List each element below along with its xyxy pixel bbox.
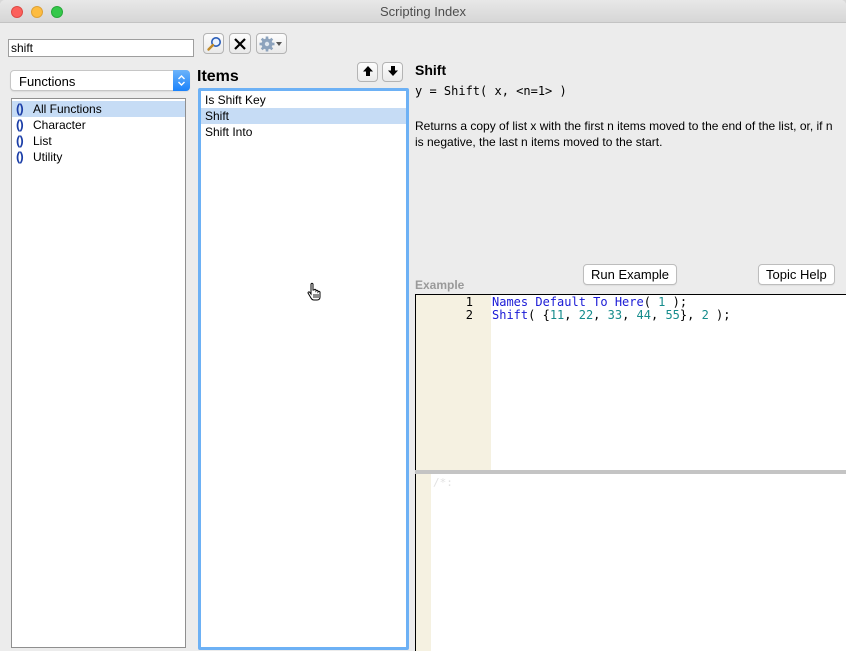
code-line-2: Shift( {11, 22, 33, 44, 55}, 2 ); <box>492 308 731 322</box>
code-keyword: Names Default To Here <box>492 295 644 309</box>
previous-item-button[interactable] <box>357 62 378 82</box>
code-punctuation: }, <box>679 308 702 322</box>
code-punctuation: ); <box>708 308 731 322</box>
example-label: Example <box>415 278 465 292</box>
line-number-gutter: 1 2 <box>416 295 491 470</box>
topic-syntax: y = Shift( x, <n=1> ) <box>415 84 567 98</box>
code-line-1: Names Default To Here( 1 ); <box>492 295 687 309</box>
category-popup[interactable]: Functions <box>10 70 190 91</box>
topic-help-button[interactable]: Topic Help <box>758 264 835 285</box>
example-output-pane[interactable]: /*: <box>415 474 846 651</box>
items-list[interactable]: Is Shift Key Shift Shift Into <box>198 88 409 650</box>
category-popup-value: Functions <box>19 74 76 89</box>
run-example-button[interactable]: Run Example <box>583 264 678 285</box>
function-icon: () <box>16 101 24 116</box>
topic-description: Returns a copy of list x with the first … <box>415 119 833 149</box>
title-bar: Scripting Index <box>0 0 846 23</box>
code-punctuation: , <box>593 308 608 322</box>
category-item-list[interactable]: () List <box>12 133 185 149</box>
code-number: 11 <box>549 308 565 322</box>
settings-menu-button[interactable] <box>256 33 287 54</box>
output-placeholder: /*: <box>433 476 453 489</box>
output-gutter <box>416 474 431 651</box>
categories-list[interactable]: () All Functions () Character () List ()… <box>11 98 186 648</box>
code-punctuation: , <box>622 308 637 322</box>
code-punctuation: ( <box>643 295 659 309</box>
function-icon: () <box>16 149 24 164</box>
category-label: List <box>33 134 52 148</box>
item-shift[interactable]: Shift <box>201 108 406 124</box>
items-heading: Items <box>197 68 239 85</box>
arrow-up-icon <box>362 65 374 80</box>
code-keyword: Shift <box>492 308 529 322</box>
code-punctuation: ( { <box>528 308 550 322</box>
function-icon: () <box>16 117 24 132</box>
clear-search-button[interactable] <box>229 33 251 54</box>
chevron-updown-icon <box>173 70 190 91</box>
code-punctuation: ); <box>665 295 688 309</box>
item-shift-into[interactable]: Shift Into <box>201 124 406 140</box>
example-code-editor[interactable]: 1 2 Names Default To Here( 1 ); Shift( {… <box>415 294 846 471</box>
code-number: 2 <box>701 308 709 322</box>
next-item-button[interactable] <box>382 62 403 82</box>
magnifier-icon <box>206 36 222 52</box>
code-punctuation: , <box>650 308 666 322</box>
function-icon: () <box>16 133 24 148</box>
category-item-character[interactable]: () Character <box>12 117 185 133</box>
category-item-utility[interactable]: () Utility <box>12 149 185 165</box>
code-number: 55 <box>665 308 680 322</box>
line-number: 2 <box>465 308 473 322</box>
x-icon <box>233 37 247 51</box>
window-title: Scripting Index <box>380 4 466 19</box>
gear-icon <box>259 36 285 52</box>
code-number: 22 <box>578 308 594 322</box>
category-label: Character <box>33 118 86 132</box>
hand-pointer-cursor-icon <box>306 282 324 305</box>
code-number: 44 <box>636 308 651 322</box>
code-number: 33 <box>607 308 623 322</box>
search-input[interactable] <box>8 39 194 57</box>
category-label: All Functions <box>33 102 102 116</box>
topic-title: Shift <box>415 62 447 78</box>
search-button[interactable] <box>203 33 224 54</box>
category-label: Utility <box>33 150 63 164</box>
arrow-down-icon <box>387 65 399 80</box>
item-is-shift-key[interactable]: Is Shift Key <box>201 92 406 108</box>
scripting-index-window: Scripting Index shift Functions () All F… <box>0 0 846 651</box>
line-number: 1 <box>465 295 473 309</box>
code-punctuation: , <box>564 308 579 322</box>
category-item-all-functions[interactable]: () All Functions <box>12 101 185 117</box>
